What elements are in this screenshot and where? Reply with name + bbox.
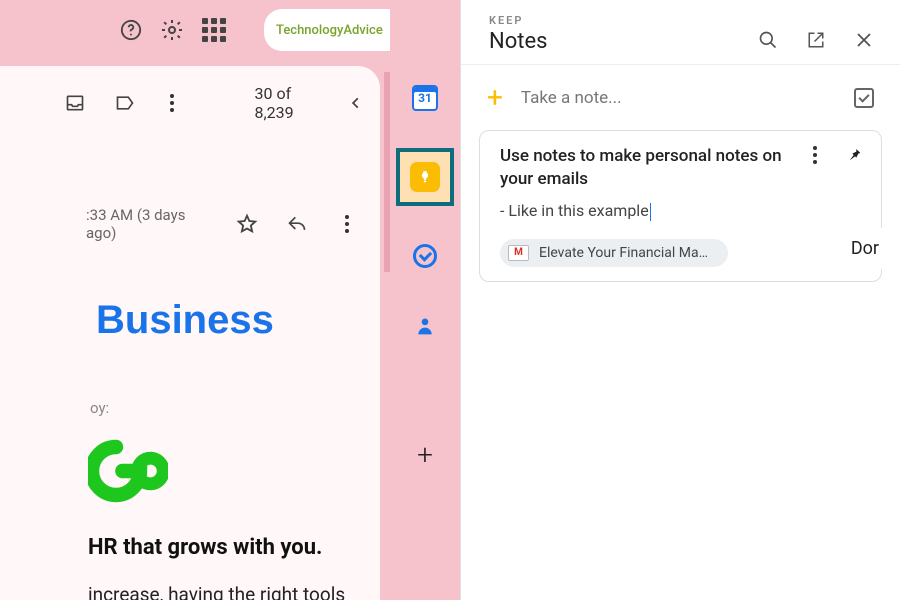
scroll-indicator	[384, 72, 390, 272]
done-button[interactable]: Dor	[835, 228, 887, 269]
message-timestamp: :33 AM (3 days ago)	[86, 206, 210, 242]
take-note-row[interactable]: + Take a note...	[461, 65, 900, 130]
settings-gear-icon[interactable]	[160, 16, 184, 44]
rail-contacts[interactable]	[405, 306, 445, 346]
rail-calendar[interactable]: 31	[405, 78, 445, 118]
note-card[interactable]: Use notes to make personal notes on your…	[479, 130, 882, 282]
apps-grid-icon[interactable]	[202, 16, 226, 44]
search-icon[interactable]	[754, 26, 782, 54]
sponsor-label: oy:	[90, 399, 380, 417]
text-cursor	[650, 203, 651, 221]
pin-icon[interactable]	[841, 141, 869, 169]
open-in-new-icon[interactable]	[802, 26, 830, 54]
gmail-m-icon: M	[508, 245, 529, 261]
email-body: increase, having the right tools neet th…	[88, 582, 360, 600]
business-logo-text: Business	[96, 298, 380, 343]
keep-kicker: KEEP	[489, 14, 754, 27]
more-vert-icon[interactable]	[164, 89, 181, 117]
linked-email-chip[interactable]: M Elevate Your Financial Mana…	[500, 239, 728, 267]
keep-side-panel: KEEP Notes + Take a note...	[460, 0, 900, 600]
vendor-logo	[88, 431, 168, 511]
message-more-icon[interactable]	[334, 210, 360, 238]
take-note-prompt: Take a note...	[521, 88, 836, 108]
close-icon[interactable]	[850, 26, 878, 54]
plus-icon: +	[417, 438, 433, 471]
note-body[interactable]: - Like in this example	[500, 201, 863, 221]
gmail-pane: TechnologyAdvice 30 of 8,239 :33 AM (3 d…	[0, 0, 390, 600]
linked-email-label: Elevate Your Financial Mana…	[539, 245, 714, 261]
keep-header: KEEP Notes	[461, 0, 900, 65]
brand-label: TechnologyAdvice	[276, 23, 383, 38]
calendar-icon: 31	[412, 85, 438, 111]
gmail-content-card: 30 of 8,239 :33 AM (3 days ago) Business…	[0, 66, 380, 600]
message-meta-row: :33 AM (3 days ago)	[0, 128, 380, 242]
keep-icon	[410, 162, 440, 192]
rail-keep-selected[interactable]	[396, 148, 454, 206]
move-to-inbox-icon[interactable]	[64, 89, 86, 117]
gmail-top-strip: TechnologyAdvice	[0, 0, 390, 60]
keep-title: Notes	[489, 29, 754, 54]
star-icon[interactable]	[234, 210, 260, 238]
reply-icon[interactable]	[284, 210, 310, 238]
gmail-message-toolbar: 30 of 8,239	[0, 78, 380, 128]
person-icon	[415, 315, 435, 337]
rail-tasks[interactable]	[405, 236, 445, 276]
label-icon[interactable]	[114, 89, 136, 117]
help-icon[interactable]	[120, 16, 142, 44]
tasks-icon	[413, 244, 437, 268]
side-apps-rail: 31 +	[390, 0, 460, 600]
new-list-icon[interactable]	[854, 88, 874, 108]
note-more-icon[interactable]	[801, 141, 829, 169]
add-note-plus-icon: +	[487, 81, 503, 114]
message-counter: 30 of 8,239	[255, 84, 302, 122]
email-headline: HR that grows with you.	[88, 535, 380, 560]
chevron-left-icon[interactable]	[348, 89, 365, 117]
rail-add-addon[interactable]: +	[405, 434, 445, 474]
